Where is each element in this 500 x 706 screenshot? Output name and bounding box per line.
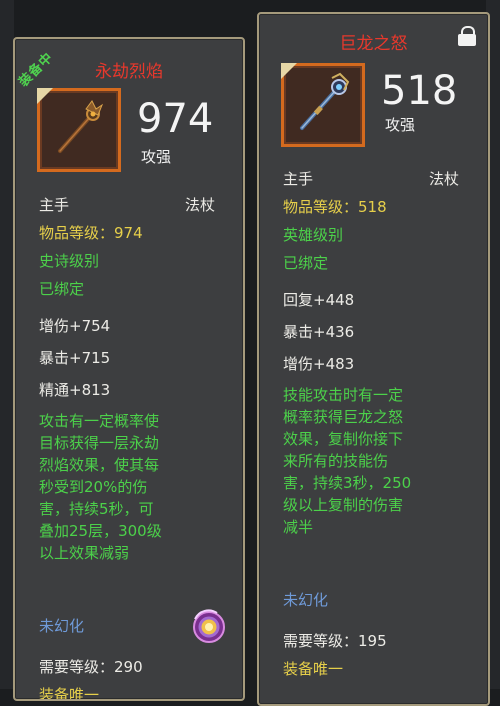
bind-status: 已绑定 <box>39 280 85 298</box>
stat-line: 回复+448 <box>283 291 355 309</box>
item-effect-description: 技能攻击时有一定 概率获得巨龙之怒 效果，复制你接下 来所有的技能伤 害，持续3… <box>283 386 412 536</box>
score-label: 攻强 <box>141 148 172 166</box>
unique-equip-label: 装备唯一 <box>283 660 344 678</box>
dragon-staff-icon <box>300 72 350 130</box>
rarity-label: 英雄级别 <box>283 226 344 244</box>
item-name: 永劫烈焰 <box>95 62 163 82</box>
required-level: 需要等级：290 <box>39 658 143 676</box>
stat-line: 暴击+436 <box>283 323 355 341</box>
lock-icon[interactable] <box>458 26 476 46</box>
item-score: 974 <box>137 96 214 142</box>
item-icon-frame[interactable] <box>37 88 121 172</box>
rarity-label: 史诗级别 <box>39 252 100 270</box>
stat-line: 暴击+715 <box>39 349 111 367</box>
weapon-type-label: 法杖 <box>185 196 216 214</box>
stat-line: 精通+813 <box>39 381 111 399</box>
item-name: 巨龙之怒 <box>339 34 408 54</box>
fire-staff-icon <box>58 100 104 153</box>
transmog-status: 未幻化 <box>283 591 329 609</box>
unique-equip-label: 装备唯一 <box>39 686 100 701</box>
compared-item-tooltip: 巨龙之怒 518 攻强 主手 法杖 物品等级：518 英雄级别 已绑定 回复+4… <box>257 12 490 706</box>
weapon-type-label: 法杖 <box>429 170 460 188</box>
item-level-line: 物品等级：518 <box>283 198 387 216</box>
equipped-item-tooltip: 装备中 永劫烈焰 974 攻强 主手 法杖 物品等级：974 史诗级别 已绑定 … <box>13 37 245 701</box>
background-left-edge <box>0 0 14 689</box>
stat-line: 增伤+754 <box>39 317 111 335</box>
transmog-orb-icon[interactable] <box>191 609 227 645</box>
transmog-status: 未幻化 <box>39 617 85 635</box>
score-label: 攻强 <box>385 116 416 134</box>
item-level-line: 物品等级：974 <box>39 224 143 242</box>
item-score: 518 <box>381 68 458 114</box>
item-icon-frame[interactable] <box>281 63 365 147</box>
slot-label: 主手 <box>39 196 70 214</box>
stat-line: 增伤+483 <box>283 355 355 373</box>
item-effect-description: 攻击有一定概率使 目标获得一层永劫 烈焰效果，使其每 秒受到20%的伤 害，持续… <box>39 412 162 562</box>
bind-status: 已绑定 <box>283 254 329 272</box>
required-level: 需要等级：195 <box>283 632 387 650</box>
slot-label: 主手 <box>283 170 314 188</box>
